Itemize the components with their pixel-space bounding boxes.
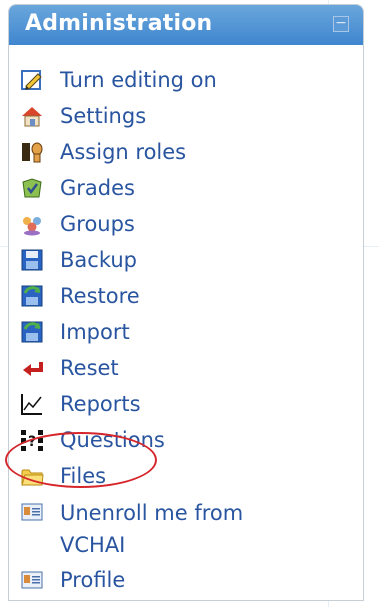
menu-item-import[interactable]: Import <box>19 317 359 353</box>
menu-item-label[interactable]: Assign roles <box>60 137 186 167</box>
reports-chart-icon <box>19 391 45 417</box>
collapse-icon[interactable]: − <box>333 16 349 32</box>
menu-item-label[interactable]: Reports <box>60 389 141 419</box>
menu-item-label[interactable]: Backup <box>60 245 137 275</box>
menu-item-assign-roles[interactable]: Assign roles <box>19 137 359 173</box>
menu-item-label[interactable]: Groups <box>60 209 135 239</box>
settings-house-icon <box>19 103 45 129</box>
menu-item-label[interactable]: Import <box>60 317 130 347</box>
restore-disk-icon <box>19 283 45 309</box>
menu-item-label[interactable]: Settings <box>60 101 146 131</box>
pencil-edit-icon <box>19 67 45 93</box>
groups-icon <box>19 211 45 237</box>
menu-item-reports[interactable]: Reports <box>19 389 359 425</box>
import-disk-icon <box>19 319 45 345</box>
menu-item-label[interactable]: Files <box>60 461 106 491</box>
unenroll-card-icon <box>19 499 45 525</box>
menu-item-label[interactable]: Unenroll me from VCHAI <box>60 497 243 561</box>
folder-icon <box>19 463 45 489</box>
menu-item-backup[interactable]: Backup <box>19 245 359 281</box>
menu-item-profile[interactable]: Profile <box>19 565 359 601</box>
menu-item-files[interactable]: Files <box>19 461 359 497</box>
reset-arrow-icon <box>19 355 45 381</box>
menu-item-turn-editing-on[interactable]: Turn editing on <box>19 65 359 101</box>
questions-icon: ? <box>19 427 45 453</box>
menu-item-label[interactable]: Reset <box>60 353 119 383</box>
menu-item-settings[interactable]: Settings <box>19 101 359 137</box>
menu-item-label[interactable]: Grades <box>60 173 135 203</box>
menu-item-label[interactable]: Profile <box>60 565 125 595</box>
admin-menu: Turn editing on Settings Assign roles Gr… <box>19 65 359 601</box>
profile-card-icon <box>19 567 45 593</box>
grades-icon <box>19 175 45 201</box>
menu-item-label[interactable]: Restore <box>60 281 140 311</box>
block-title: Administration <box>25 11 213 36</box>
svg-text:?: ? <box>28 434 36 450</box>
menu-item-reset[interactable]: Reset <box>19 353 359 389</box>
menu-item-label[interactable]: Turn editing on <box>60 65 217 95</box>
block-header: Administration − <box>9 5 363 45</box>
menu-item-restore[interactable]: Restore <box>19 281 359 317</box>
backup-disk-icon <box>19 247 45 273</box>
menu-item-unenroll[interactable]: Unenroll me from VCHAI <box>19 497 359 565</box>
menu-item-grades[interactable]: Grades <box>19 173 359 209</box>
menu-item-label[interactable]: Questions <box>60 425 165 455</box>
menu-item-questions[interactable]: ? Questions <box>19 425 359 461</box>
assign-roles-icon <box>19 139 45 165</box>
administration-block: Administration − Turn editing on Setting… <box>8 4 364 601</box>
menu-item-groups[interactable]: Groups <box>19 209 359 245</box>
